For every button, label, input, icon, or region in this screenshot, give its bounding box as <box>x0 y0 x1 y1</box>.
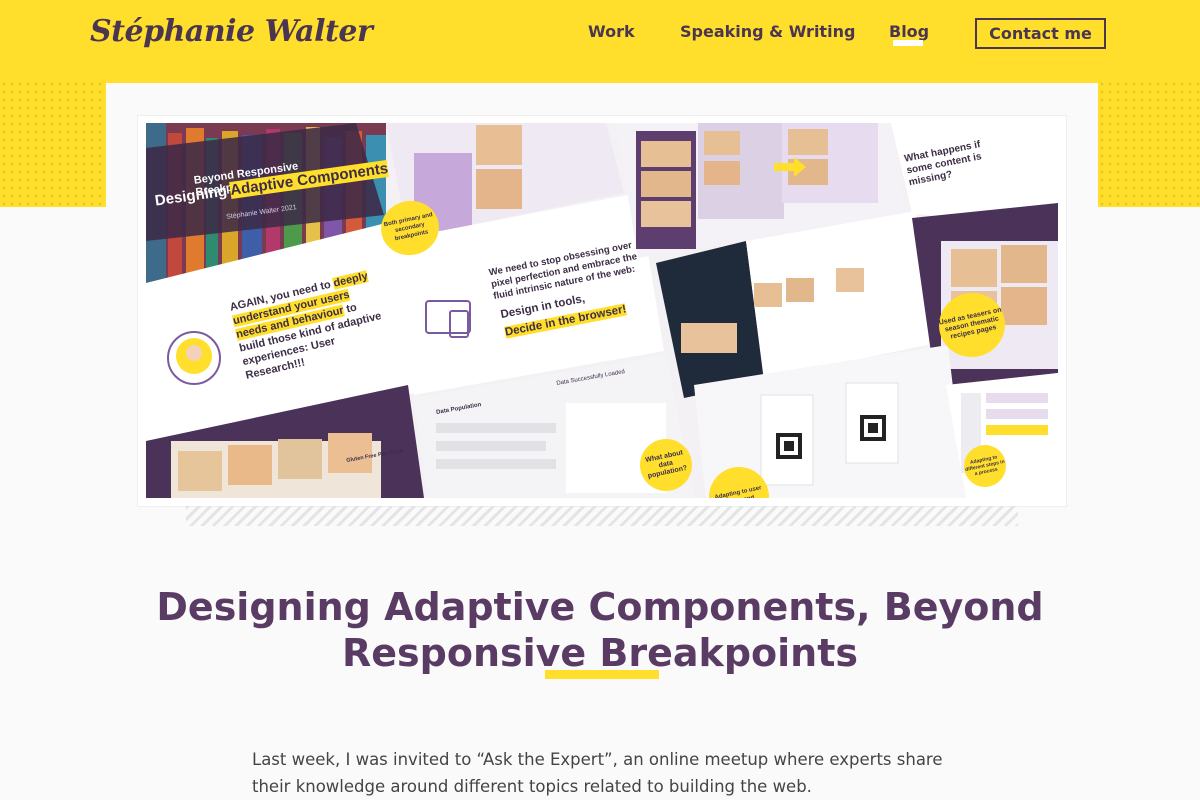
nav-item-blog[interactable]: Blog <box>889 22 929 41</box>
contact-button[interactable]: Contact me <box>975 18 1106 49</box>
article-intro: Last week, I was invited to “Ask the Exp… <box>252 750 943 796</box>
nav-item-work[interactable]: Work <box>588 22 635 41</box>
article-title: Designing Adaptive Components, Beyond Re… <box>156 585 1044 675</box>
title-underline <box>545 670 659 679</box>
hatch-pattern <box>186 506 1018 526</box>
dotted-pattern-right <box>1098 80 1200 207</box>
dotted-pattern-left <box>0 80 106 207</box>
active-nav-indicator <box>893 40 923 46</box>
nav-item-speaking-writing[interactable]: Speaking & Writing <box>680 22 855 41</box>
hero-image: Beyond Responsive Breakpoints: Designing… <box>146 123 1058 498</box>
